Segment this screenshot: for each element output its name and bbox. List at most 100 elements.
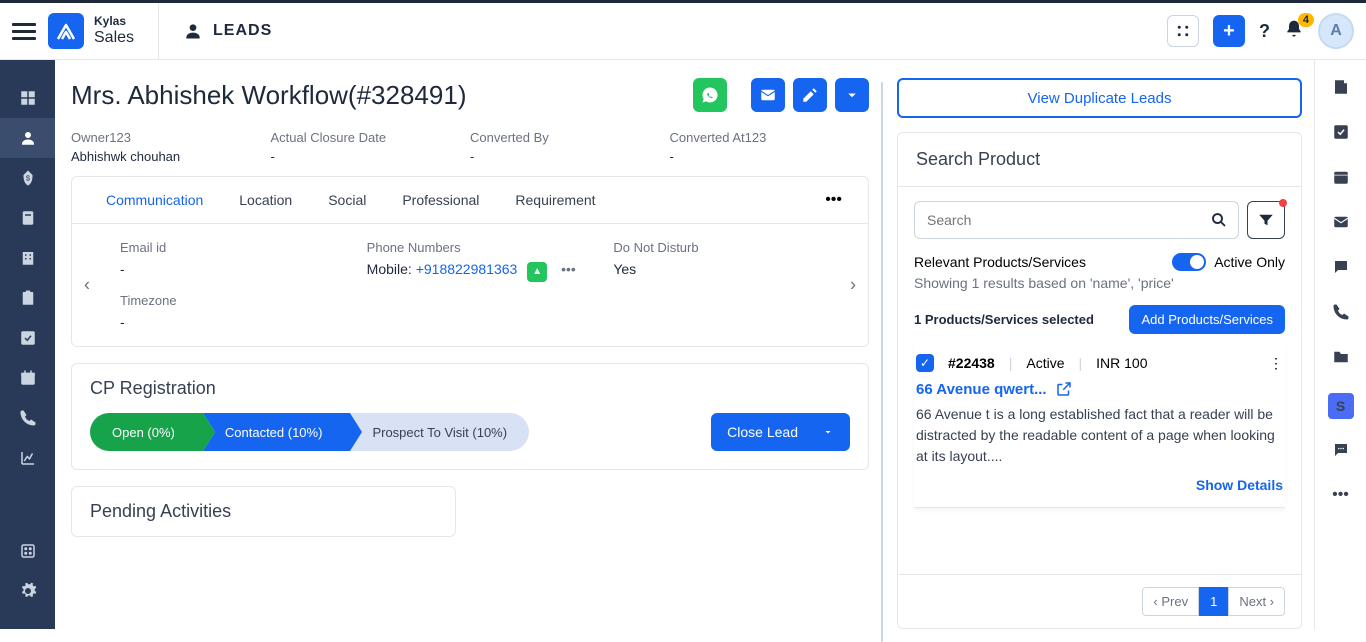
tab-communication[interactable]: Communication	[88, 178, 221, 222]
app-logo[interactable]	[48, 13, 84, 49]
search-product-card: Search Product Relevant Products/Service…	[897, 132, 1302, 629]
nav-dashboard[interactable]	[0, 78, 55, 118]
owner-label: Owner123	[71, 130, 271, 145]
nav-check[interactable]	[0, 318, 55, 358]
phone-number[interactable]: +918822981363	[416, 261, 518, 277]
active-only-toggle[interactable]	[1172, 253, 1206, 271]
view-duplicate-button[interactable]: View Duplicate Leads	[897, 78, 1302, 118]
filter-icon	[1257, 211, 1275, 229]
product-more-icon[interactable]: ⋮	[1269, 355, 1283, 372]
edit-button[interactable]	[793, 78, 827, 112]
nav-grid[interactable]	[0, 531, 55, 571]
page-1-button[interactable]: 1	[1199, 587, 1228, 616]
prev-button[interactable]: ‹ Prev	[1142, 587, 1199, 616]
close-lead-label: Close Lead	[727, 424, 798, 440]
search-product-title: Search Product	[898, 133, 1301, 187]
brand-bottom: Sales	[94, 29, 134, 47]
close-lead-button[interactable]: Close Lead	[711, 413, 850, 451]
product-name[interactable]: 66 Avenue qwert...	[916, 381, 1047, 398]
dnd-label: Do Not Disturb	[613, 240, 836, 255]
timezone-value: -	[120, 314, 343, 330]
convat-label: Converted At123	[670, 130, 870, 145]
rs-more-icon[interactable]: •••	[1332, 486, 1349, 504]
nav-card[interactable]	[0, 198, 55, 238]
nav-clipboard[interactable]	[0, 278, 55, 318]
caret-down-icon	[843, 86, 861, 104]
nav-phone[interactable]	[0, 398, 55, 438]
search-input[interactable]	[915, 202, 1238, 238]
rs-calendar-icon[interactable]	[1332, 168, 1350, 191]
brand-text: Kylas Sales	[94, 15, 134, 47]
help-icon[interactable]: ?	[1259, 21, 1270, 42]
rs-phone-icon[interactable]	[1332, 303, 1350, 326]
rs-mail-icon[interactable]	[1332, 213, 1350, 236]
active-only-label: Active Only	[1214, 254, 1285, 270]
product-checkbox[interactable]: ✓	[916, 354, 934, 372]
user-avatar[interactable]: A	[1318, 13, 1354, 49]
product-id: #22438	[948, 355, 995, 371]
nav-chart[interactable]	[0, 438, 55, 478]
tab-more-icon[interactable]: •••	[815, 177, 852, 223]
cp-title: CP Registration	[72, 364, 868, 413]
rs-folder-icon[interactable]	[1332, 348, 1350, 371]
main-content: Mrs. Abhishek Workflow(#328491) Owner123…	[55, 60, 881, 629]
brand-top: Kylas	[94, 15, 134, 29]
external-link-icon[interactable]	[1055, 380, 1073, 398]
whatsapp-button[interactable]	[693, 78, 727, 112]
apps-icon[interactable]	[1167, 15, 1199, 47]
email-button[interactable]	[751, 78, 785, 112]
add-button[interactable]: +	[1213, 15, 1245, 47]
nav-building[interactable]	[0, 238, 55, 278]
product-price: INR 100	[1096, 355, 1147, 371]
email-label: Email id	[120, 240, 343, 255]
stage-prospect[interactable]: Prospect To Visit (10%)	[350, 413, 529, 451]
tab-professional[interactable]: Professional	[384, 178, 497, 222]
hamburger-icon[interactable]	[12, 19, 36, 43]
top-icons: + ? 4 A	[1167, 13, 1354, 49]
next-button[interactable]: Next ›	[1228, 587, 1285, 616]
nav-money[interactable]: $	[0, 158, 55, 198]
notification-bell[interactable]: 4	[1284, 19, 1304, 44]
search-icon[interactable]	[1210, 211, 1228, 229]
nav-settings[interactable]	[0, 571, 55, 611]
tab-location[interactable]: Location	[221, 178, 310, 222]
rs-task-icon[interactable]	[1332, 123, 1350, 146]
pagination: ‹ Prev 1 Next ›	[898, 574, 1301, 628]
chevron-left-icon[interactable]: ‹	[84, 275, 90, 296]
rs-speech-icon[interactable]	[1332, 441, 1350, 464]
timezone-label: Timezone	[120, 293, 343, 308]
add-products-button[interactable]: Add Products/Services	[1129, 305, 1285, 334]
divider	[158, 3, 159, 59]
person-icon	[183, 21, 203, 41]
relevant-label: Relevant Products/Services	[914, 254, 1086, 270]
right-panel: View Duplicate Leads Search Product Rele…	[889, 60, 1314, 629]
tab-social[interactable]: Social	[310, 178, 384, 222]
rs-note-icon[interactable]	[1332, 78, 1350, 101]
section-header: LEADS	[183, 21, 272, 41]
rs-chat-icon[interactable]	[1332, 258, 1350, 281]
right-sidebar: S •••	[1314, 60, 1366, 629]
filter-indicator	[1279, 199, 1287, 207]
comm-card: Communication Location Social Profession…	[71, 176, 869, 347]
closure-value: -	[271, 149, 471, 164]
phone-more-icon[interactable]: •••	[561, 261, 576, 277]
envelope-icon	[759, 86, 777, 104]
pending-title: Pending Activities	[90, 501, 437, 522]
dropdown-button[interactable]	[835, 78, 869, 112]
convby-value: -	[470, 149, 670, 164]
tab-requirement[interactable]: Requirement	[497, 178, 613, 222]
top-bar: Kylas Sales LEADS + ? 4 A	[0, 0, 1366, 60]
avatar-initial: A	[1330, 22, 1342, 40]
filter-button[interactable]	[1247, 201, 1285, 239]
notif-badge: 4	[1298, 13, 1314, 27]
owner-value: Abhishwk chouhan	[71, 149, 271, 164]
rs-sms-icon[interactable]: S	[1328, 393, 1354, 419]
nav-calendar[interactable]	[0, 358, 55, 398]
show-details-link[interactable]: Show Details	[916, 477, 1283, 493]
stage-contacted[interactable]: Contacted (10%)	[203, 413, 351, 451]
chevron-right-icon[interactable]: ›	[850, 275, 856, 296]
nav-leads[interactable]	[0, 118, 55, 158]
split-handle[interactable]	[881, 82, 883, 642]
stage-open[interactable]: Open (0%)	[90, 413, 203, 451]
convat-value: -	[670, 149, 870, 164]
